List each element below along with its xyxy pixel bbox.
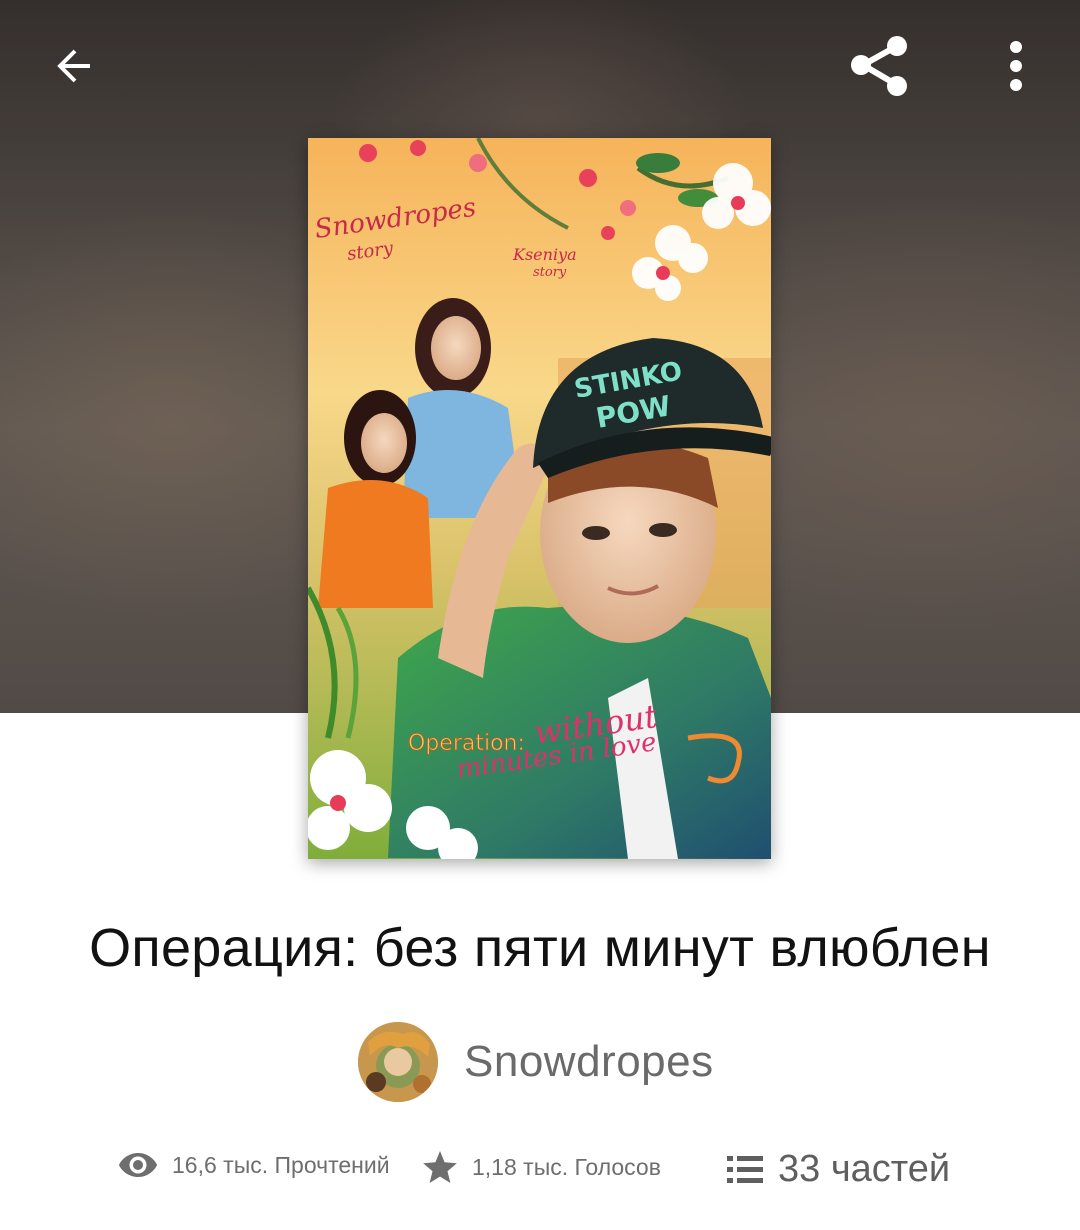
author-name[interactable]: Snowdropes	[464, 1037, 714, 1087]
story-details-screen: Snowdropes story Kseniya story STINKO PO…	[0, 0, 1080, 1230]
svg-text:Kseniya: Kseniya	[512, 245, 577, 264]
top-toolbar	[0, 0, 1080, 130]
share-icon	[851, 36, 907, 96]
reads-stat: 16,6 тыс. Прочтений	[118, 1150, 390, 1180]
story-title: Операция: без пяти минут влюблен	[89, 918, 991, 978]
back-button[interactable]	[34, 26, 114, 106]
votes-count: 1,18 тыс. Голосов	[472, 1153, 661, 1180]
story-cover-image[interactable]: Snowdropes story Kseniya story STINKO PO…	[308, 138, 771, 859]
votes-stat: 1,18 тыс. Голосов	[422, 1150, 661, 1184]
parts-button[interactable]: 33 частей	[726, 1148, 950, 1191]
more-vertical-icon	[1010, 41, 1022, 91]
story-stats: 16,6 тыс. Прочтений 1,18 тыс. Голосов 33…	[0, 1142, 1080, 1208]
share-button[interactable]	[838, 24, 922, 108]
author-link[interactable]: Snowdropes	[358, 1020, 714, 1104]
reads-count: 16,6 тыс. Прочтений	[172, 1151, 390, 1178]
star-icon	[422, 1150, 458, 1184]
eye-icon	[118, 1150, 158, 1180]
parts-count[interactable]: 33 частей	[778, 1148, 950, 1191]
arrow-left-icon	[57, 49, 90, 83]
list-icon	[726, 1154, 764, 1186]
author-avatar[interactable]	[358, 1022, 438, 1102]
more-options-button[interactable]	[986, 24, 1046, 108]
svg-text:story: story	[533, 265, 567, 280]
